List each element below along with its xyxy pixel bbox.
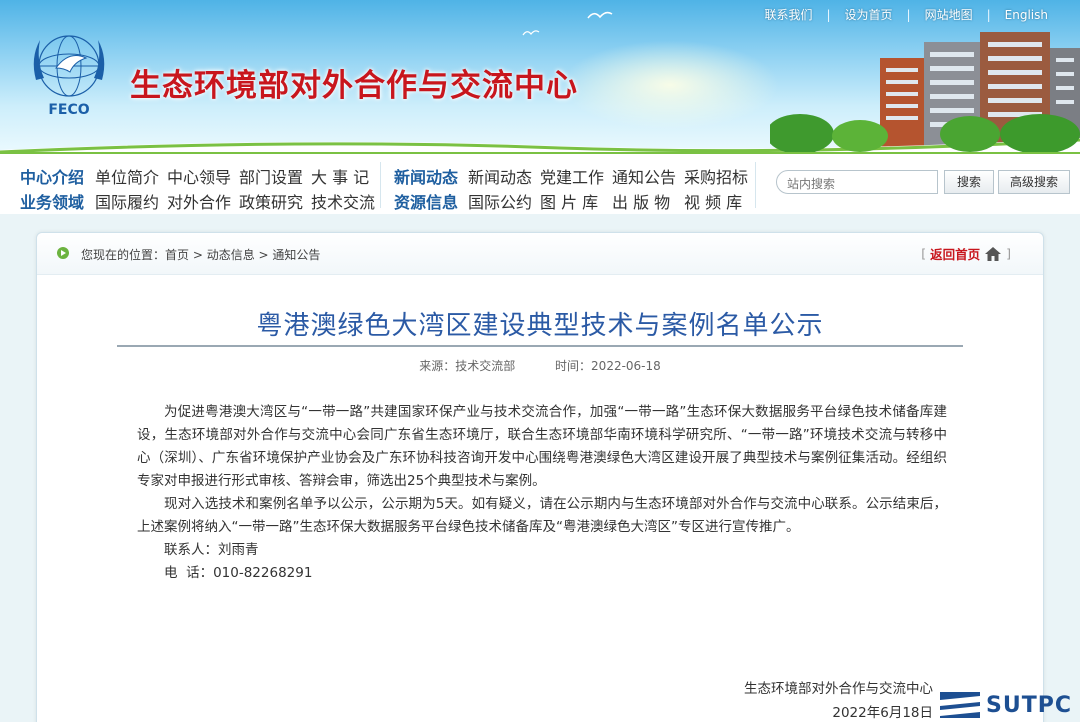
nav-item[interactable]: 采购招标 xyxy=(684,164,748,188)
nav-item[interactable]: 对外合作 xyxy=(167,189,231,213)
english-link[interactable]: English xyxy=(991,8,1062,22)
breadcrumb-separator: > xyxy=(189,248,207,262)
article-source: 来源：技术交流部 xyxy=(419,359,516,373)
nav-category-resources[interactable]: 资源信息 xyxy=(394,189,458,213)
signature-org: 生态环境部对外合作与交流中心 xyxy=(744,681,933,697)
search-button[interactable]: 搜索 xyxy=(944,170,994,194)
breadcrumb-separator: > xyxy=(254,248,273,262)
nav-item[interactable]: 部门设置 xyxy=(239,164,303,188)
watermark-text: SUTPC xyxy=(986,692,1072,718)
nav-divider xyxy=(755,162,756,208)
breadcrumb-prefix: 您现在的位置： xyxy=(81,248,166,262)
nav-item[interactable]: 出 版 物 xyxy=(612,189,670,213)
nav-item[interactable]: 党建工作 xyxy=(540,164,604,188)
site-title: 生态环境部对外合作与交流中心 xyxy=(130,68,578,104)
back-home-label: 返回首页 xyxy=(930,247,981,262)
nav-item[interactable]: 大 事 记 xyxy=(311,164,369,188)
article-time: 时间：2022-06-18 xyxy=(555,359,661,373)
feco-logo[interactable]: FECO xyxy=(26,28,112,120)
sutpc-watermark: SUTPC xyxy=(940,692,1072,718)
search-input[interactable]: 站内搜索 xyxy=(776,170,938,194)
nav-item[interactable]: 中心领导 xyxy=(167,164,231,188)
breadcrumb-notices[interactable]: 通知公告 xyxy=(272,248,320,262)
nav-item[interactable]: 技术交流 xyxy=(311,189,375,213)
nav-item[interactable]: 通知公告 xyxy=(612,164,676,188)
home-icon xyxy=(985,246,1002,261)
nav-item[interactable]: 国际履约 xyxy=(95,189,159,213)
bird-icon xyxy=(587,11,613,19)
set-homepage-link[interactable]: 设为首页 xyxy=(831,6,907,23)
breadcrumb-home[interactable]: 首页 xyxy=(165,248,189,262)
bracket: ] xyxy=(1006,246,1011,261)
nav-item[interactable]: 政策研究 xyxy=(239,189,303,213)
bracket: [ xyxy=(921,246,927,261)
nav-category-about[interactable]: 中心介绍 xyxy=(20,164,84,188)
title-divider xyxy=(117,345,963,347)
content-panel: 您现在的位置：首页 > 动态信息 > 通知公告 [ 返回首页 ] 粤港澳绿色大湾… xyxy=(36,232,1044,722)
nav-item[interactable]: 国际公约 xyxy=(468,189,532,213)
article-paragraph: 现对入选技术和案例名单予以公示，公示期为5天。如有疑义，请在公示期内与生态环境部… xyxy=(137,496,947,535)
nav-divider xyxy=(380,162,381,208)
nav-item[interactable]: 新闻动态 xyxy=(468,164,532,188)
nav-item[interactable]: 图 片 库 xyxy=(540,189,598,213)
article-meta: 来源：技术交流部 时间：2022-06-18 xyxy=(37,357,1043,374)
article-body: 为促进粤港澳大湾区与“一带一路”共建国家环保产业与技术交流合作，加强“一带一路”… xyxy=(137,401,947,585)
top-links: 联系我们 | 设为首页 | 网站地图 | English xyxy=(750,6,1062,23)
trees-illustration xyxy=(770,114,1080,152)
site-header: FECO 生态环境部对外合作与交流中心 联系我们 | 设为首页 | 网站地图 |… xyxy=(0,0,1080,152)
breadcrumb-dynamic-info[interactable]: 动态信息 xyxy=(207,248,255,262)
site-map-link[interactable]: 网站地图 xyxy=(911,6,987,23)
advanced-search-button[interactable]: 高级搜索 xyxy=(998,170,1070,194)
breadcrumb: 您现在的位置：首页 > 动态信息 > 通知公告 xyxy=(81,246,320,263)
arrow-bullet-icon xyxy=(57,247,69,259)
nav-item[interactable]: 视 频 库 xyxy=(684,189,742,213)
contact-phone: 电 话：010-82268291 xyxy=(164,565,313,581)
sutpc-logo-icon xyxy=(940,692,980,718)
nav-item[interactable]: 单位简介 xyxy=(95,164,159,188)
nav-category-news[interactable]: 新闻动态 xyxy=(394,164,458,188)
signature-date: 2022年6月18日 xyxy=(832,705,933,721)
bird-icon xyxy=(522,30,540,36)
article-title: 粤港澳绿色大湾区建设典型技术与案例名单公示 xyxy=(256,311,824,341)
nav-category-business[interactable]: 业务领域 xyxy=(20,189,84,213)
contact-us-link[interactable]: 联系我们 xyxy=(750,6,826,23)
contact-person: 联系人：刘雨青 xyxy=(164,542,259,558)
article-paragraph: 为促进粤港澳大湾区与“一带一路”共建国家环保产业与技术交流合作，加强“一带一路”… xyxy=(137,404,947,489)
back-home-link[interactable]: [ 返回首页 ] xyxy=(917,244,1015,263)
breadcrumb-bar: 您现在的位置：首页 > 动态信息 > 通知公告 [ 返回首页 ] xyxy=(37,233,1043,275)
